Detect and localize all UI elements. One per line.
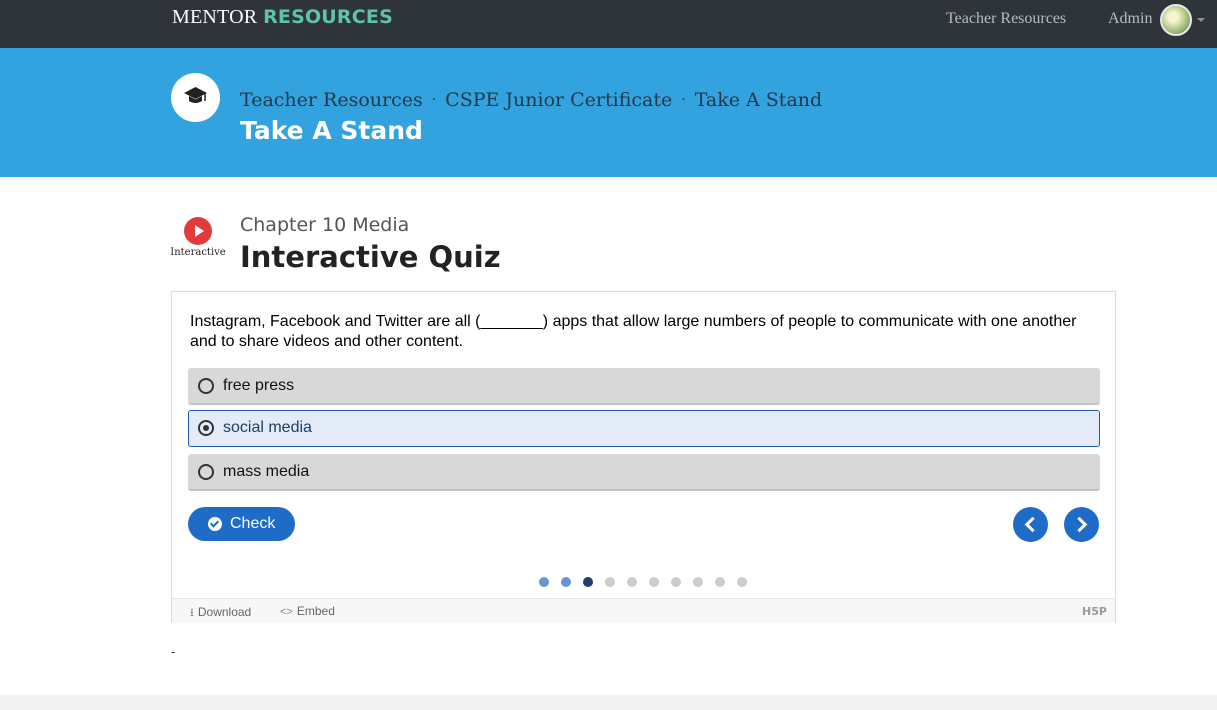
quiz-panel: Instagram, Facebook and Twitter are all … — [171, 291, 1116, 623]
trailing-dash: - — [171, 644, 176, 659]
breadcrumb: Teacher Resources · CSPE Junior Certificat… — [240, 89, 822, 111]
h5p-footer: ⭳ Download <> Embed H5P — [172, 598, 1115, 623]
nav-admin[interactable]: Admin — [1108, 10, 1152, 28]
interactive-label: Interactive — [170, 247, 226, 258]
progress-dot[interactable] — [737, 577, 747, 587]
answer-option-free-press[interactable]: free press — [188, 368, 1100, 405]
progress-dot[interactable] — [627, 577, 637, 587]
avatar[interactable] — [1160, 4, 1192, 36]
check-button-label: Check — [230, 515, 276, 532]
breadcrumb-separator: · — [681, 92, 686, 108]
download-label: Download — [197, 605, 252, 619]
breadcrumb-separator: · — [431, 92, 437, 108]
answer-option-label: social media — [223, 419, 312, 436]
brand-logo[interactable]: MENTOR RESOURCES — [172, 6, 393, 29]
progress-dot[interactable] — [583, 577, 593, 587]
graduation-cap-icon — [171, 73, 220, 122]
page-footer-band — [0, 695, 1217, 710]
nav-teacher-resources[interactable]: Teacher Resources — [946, 10, 1066, 28]
h5p-logo: H5P — [1082, 605, 1107, 618]
download-icon: ⭳ — [190, 607, 194, 619]
play-icon — [184, 217, 212, 245]
embed-icon: <> — [280, 606, 293, 618]
answer-option-mass-media[interactable]: mass media — [188, 454, 1100, 491]
check-circle-icon — [208, 517, 222, 531]
breadcrumb-item-teacher-resources[interactable]: Teacher Resources — [240, 89, 423, 111]
progress-dot[interactable] — [605, 577, 615, 587]
question-text: Instagram, Facebook and Twitter are all … — [190, 313, 1077, 350]
progress-dot[interactable] — [539, 577, 549, 587]
radio-selected-icon[interactable] — [198, 420, 214, 436]
interactive-badge: Interactive — [170, 217, 226, 258]
brand-resources: RESOURCES — [263, 6, 393, 28]
previous-question-button[interactable] — [1013, 507, 1048, 542]
answer-option-label: mass media — [223, 463, 310, 480]
embed-label: Embed — [296, 604, 335, 618]
progress-dot[interactable] — [693, 577, 703, 587]
breadcrumb-item-cspe[interactable]: CSPE Junior Certificate — [445, 89, 672, 111]
chapter-subtitle: Chapter 10 Media — [240, 214, 410, 236]
progress-dot[interactable] — [649, 577, 659, 587]
radio-icon[interactable] — [198, 464, 214, 480]
embed-link[interactable]: <> Embed — [280, 604, 335, 618]
download-link[interactable]: ⭳ Download — [190, 604, 251, 623]
breadcrumb-item-take-a-stand[interactable]: Take A Stand — [695, 89, 822, 111]
top-navbar: MENTOR RESOURCES Teacher Resources Admin — [0, 0, 1217, 48]
progress-dot[interactable] — [561, 577, 571, 587]
radio-icon[interactable] — [198, 378, 214, 394]
progress-dot[interactable] — [715, 577, 725, 587]
page-title: Take A Stand — [240, 116, 423, 145]
brand-mentor: MENTOR — [172, 6, 258, 28]
page-header-band: Teacher Resources · CSPE Junior Certificat… — [0, 48, 1217, 177]
check-button[interactable]: Check — [188, 507, 295, 541]
answer-option-social-media[interactable]: social media — [188, 410, 1100, 447]
answer-option-label: free press — [223, 377, 295, 394]
quiz-title: Interactive Quiz — [240, 240, 501, 274]
next-question-button[interactable] — [1064, 507, 1099, 542]
chevron-down-icon[interactable] — [1197, 18, 1205, 22]
progress-dot[interactable] — [671, 577, 681, 587]
